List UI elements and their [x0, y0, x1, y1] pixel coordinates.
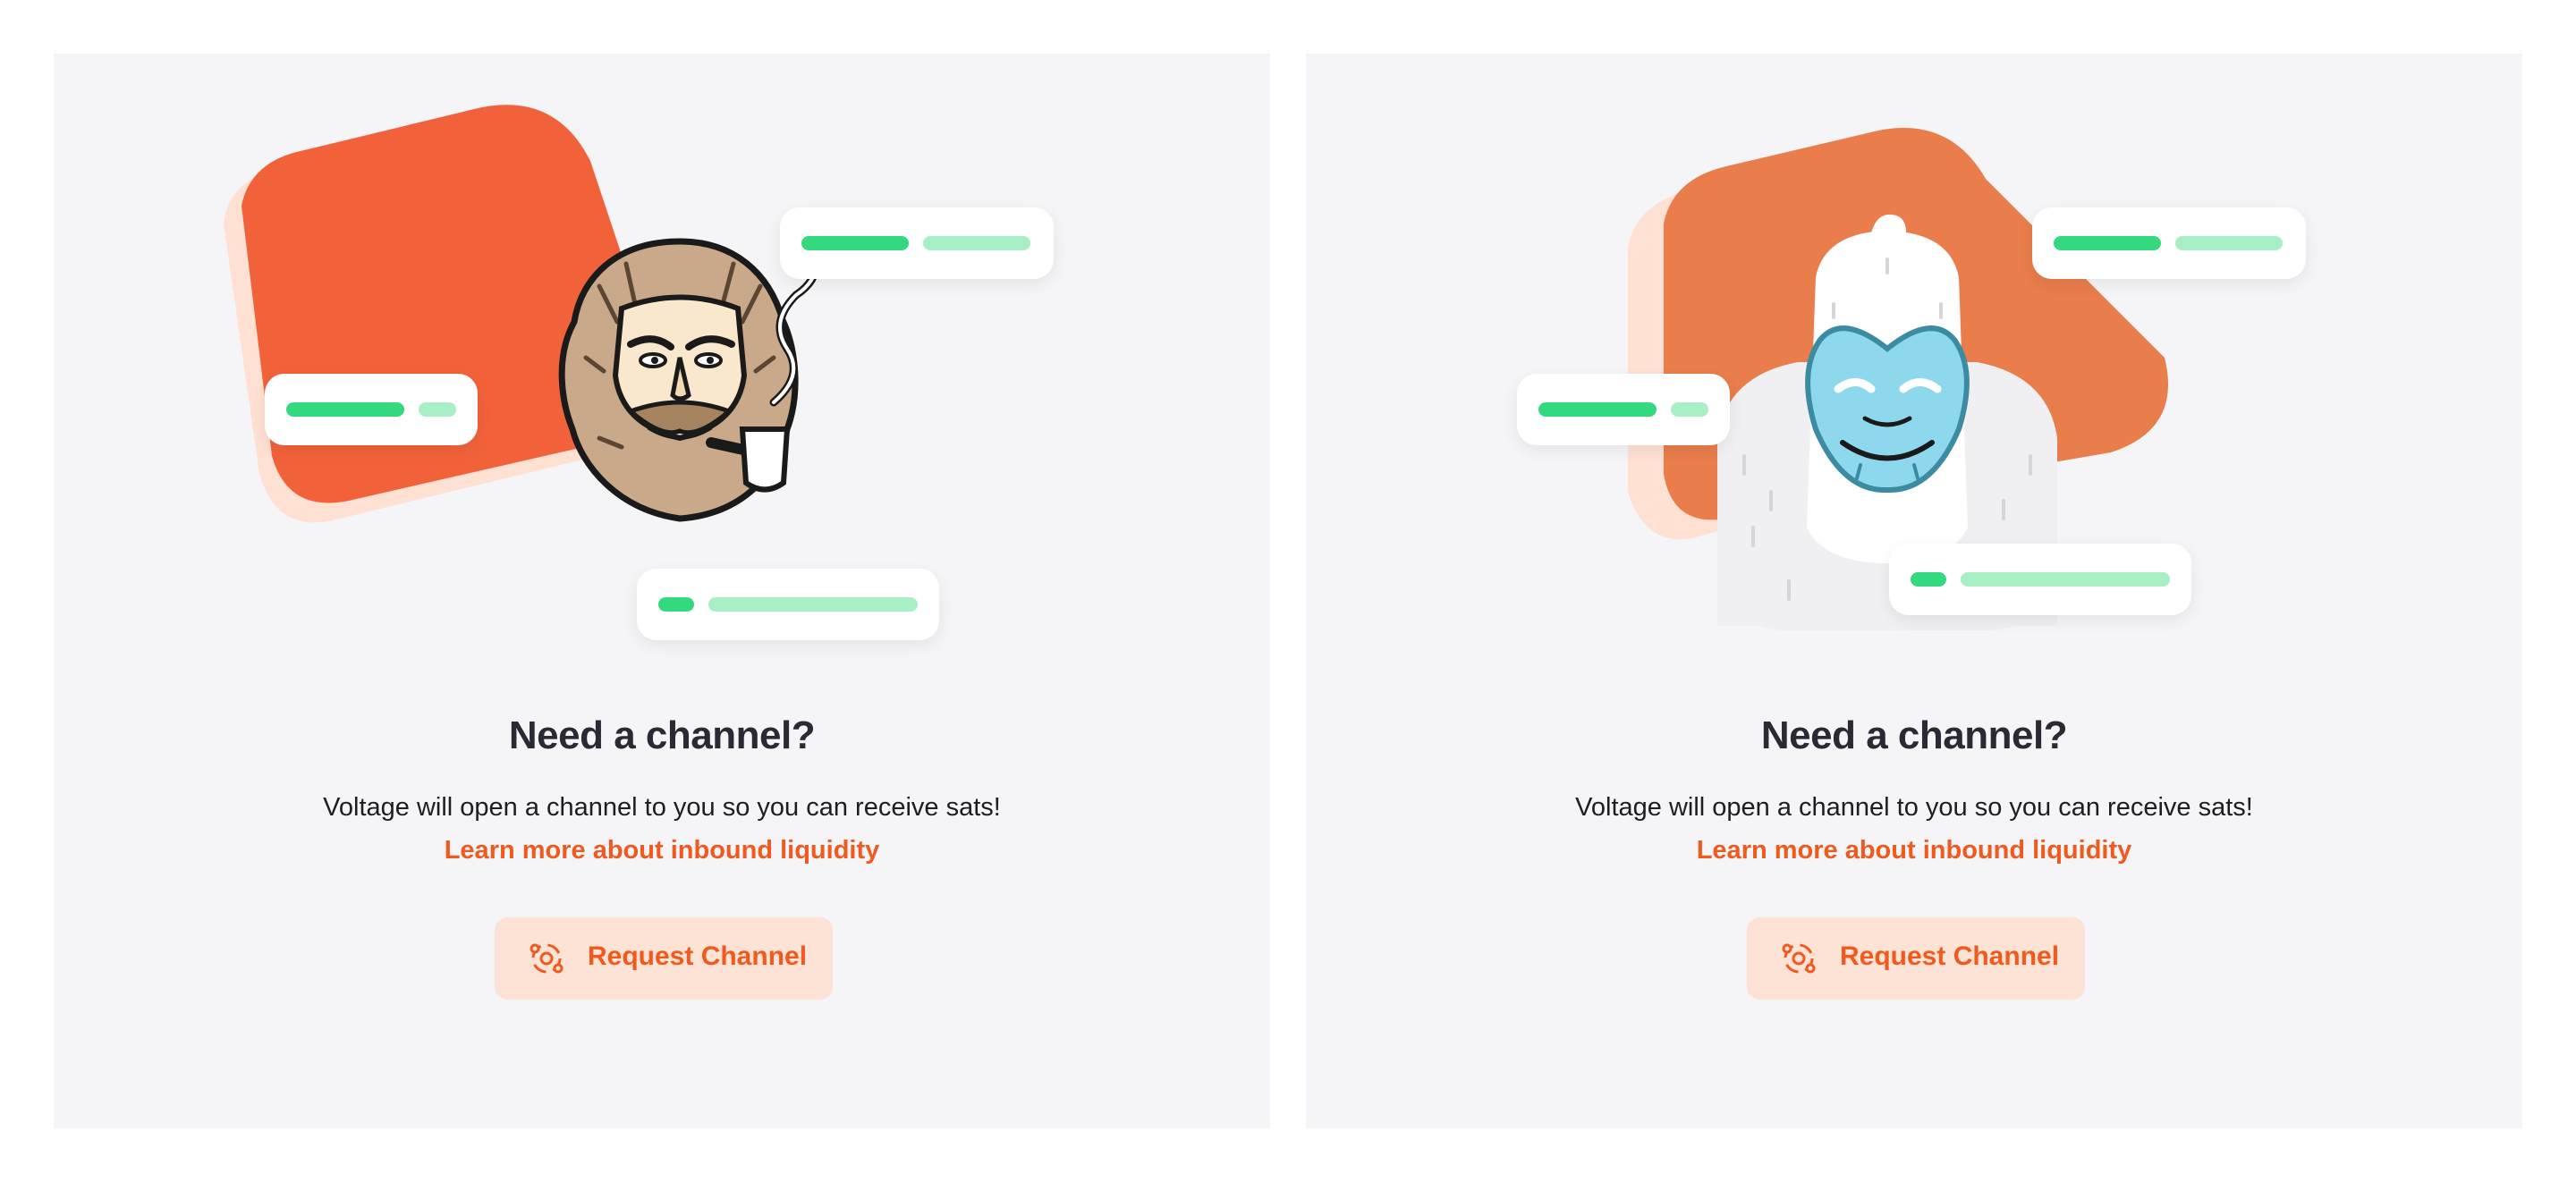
request-channel-button[interactable]: Request Channel [495, 917, 833, 1000]
channel-request-icon [530, 943, 564, 974]
liquidity-card-middle [1517, 374, 1730, 445]
liquidity-card-bottom [1889, 544, 2191, 615]
liquidity-card-top [2032, 207, 2306, 279]
inbound-liquidity-link[interactable]: Learn more about inbound liquidity [54, 836, 1270, 865]
empty-state-description: Voltage will open a channel to you so yo… [1575, 793, 2253, 822]
empty-state-title: Need a channel? [508, 713, 816, 757]
empty-state-description: Voltage will open a channel to you so yo… [323, 793, 1001, 822]
liquidity-card-bottom [637, 569, 939, 640]
channel-illustration [1306, 54, 2522, 680]
channel-illustration [54, 54, 1270, 680]
liquidity-card-middle [265, 374, 478, 445]
request-channel-label: Request Channel [1840, 941, 2060, 971]
empty-state-panel-left: Need a channel? Voltage will open a chan… [54, 54, 1270, 1128]
request-channel-label: Request Channel [588, 941, 808, 971]
empty-state-title: Need a channel? [1760, 713, 2068, 757]
request-channel-button[interactable]: Request Channel [1747, 917, 2085, 1000]
liquidity-card-top [780, 207, 1054, 279]
inbound-liquidity-link[interactable]: Learn more about inbound liquidity [1306, 836, 2522, 865]
channel-request-icon [1782, 943, 1816, 974]
empty-state-panel-right: Need a channel? Voltage will open a chan… [1306, 54, 2522, 1128]
